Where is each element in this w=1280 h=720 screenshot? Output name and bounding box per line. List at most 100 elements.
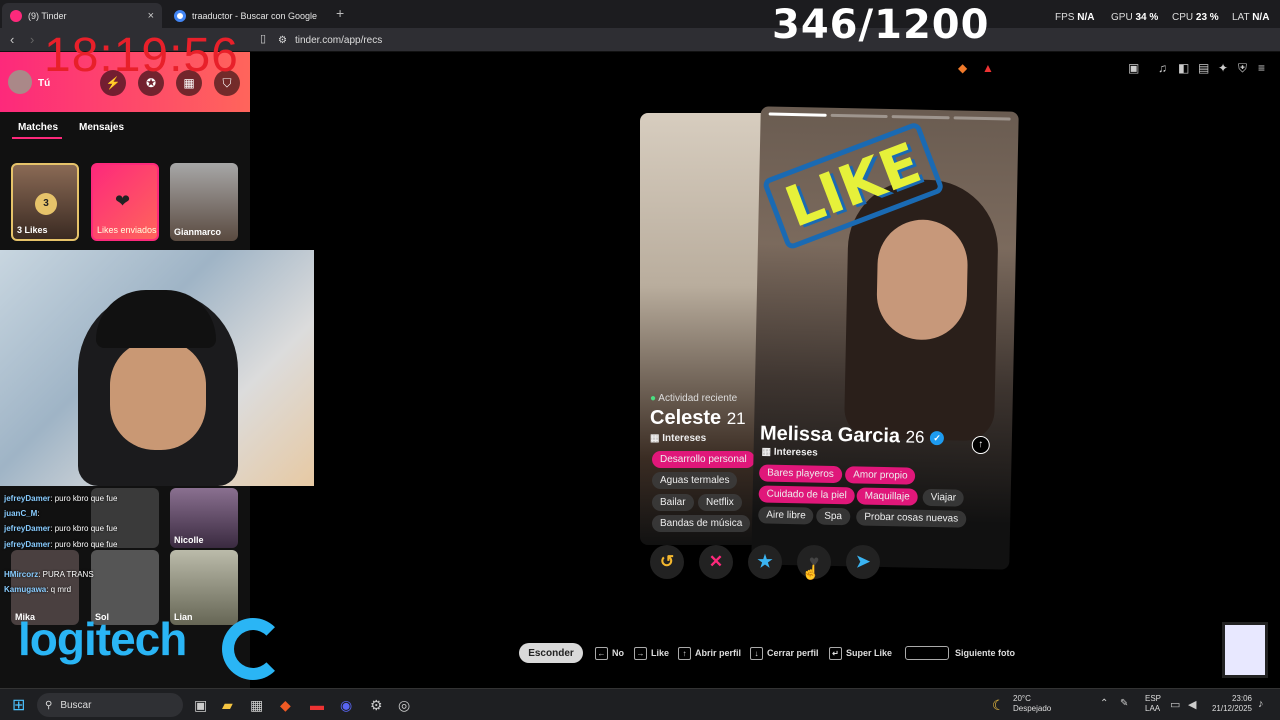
likes-count-badge: 3 [35, 193, 57, 215]
bookmark-icon[interactable]: ▯ [260, 32, 266, 45]
tab-tinder[interactable]: (9) Tinder × [2, 3, 162, 28]
likes-sent-card[interactable]: ❤ Likes enviados [91, 163, 159, 241]
enter-key-icon: ↵ [829, 646, 842, 660]
cpu-label: CPU [1172, 12, 1194, 23]
chat-message: Kamugawa: q mrd [4, 585, 71, 594]
forward-icon[interactable]: › [30, 32, 34, 47]
brave-shield-icon[interactable]: ◆ [958, 61, 967, 75]
file-explorer-icon[interactable]: ▰ [222, 697, 233, 714]
vpn-icon[interactable]: ⛨ [1238, 61, 1247, 76]
interest-chip: Maquillaje [856, 487, 918, 506]
weather-moon-icon: ☾ [992, 697, 1005, 713]
task-view-icon[interactable]: ▣ [194, 697, 207, 714]
shortcut-label: Super Like [846, 648, 893, 658]
shortcut-super: ↵ Super Like [829, 643, 892, 663]
avatar[interactable] [8, 70, 32, 94]
language-indicator[interactable]: ESP LAA [1145, 694, 1161, 714]
rewind-button[interactable]: ↺ [650, 545, 684, 579]
fps-value: N/A [1077, 12, 1095, 23]
super-like-button[interactable]: ★ [748, 545, 782, 579]
close-tab-icon[interactable]: × [148, 10, 154, 22]
site-info-icon[interactable]: ⚙ [278, 35, 287, 46]
tab-google[interactable]: traaductor - Buscar con Google [166, 3, 336, 28]
likes-card[interactable]: 3 3 Likes [11, 163, 79, 241]
profile-card-back[interactable]: ● Actividad reciente Celeste 21 ▦ Intere… [640, 113, 764, 545]
interest-chip: Spa [816, 507, 851, 526]
network-icon[interactable]: ▭ [1170, 698, 1180, 711]
interest-chip: Desarrollo personal [652, 451, 755, 468]
tray-chevron-icon[interactable]: ⌃ [1100, 698, 1108, 709]
new-tab-icon[interactable]: + [336, 5, 344, 21]
store-icon[interactable]: ▦ [250, 697, 263, 714]
shortcut-close: ↓ Cerrar perfil [750, 643, 819, 663]
fps-label: FPS [1055, 12, 1075, 23]
back-icon[interactable]: ‹ [10, 32, 14, 47]
interests-icon: ▦ [761, 446, 772, 458]
chat-user: jefreyDamer [4, 540, 51, 549]
voicemod-icon[interactable]: ▬ [310, 697, 324, 713]
clock-widget[interactable]: 23:06 21/12/2025 [1210, 694, 1252, 714]
screen: { "browser": { "tabs": [ {"label": "(9) … [0, 0, 1280, 720]
weather-widget[interactable]: 20°C Despejado [1013, 694, 1051, 714]
logitech-logo: logitech [18, 613, 187, 665]
settings-icon[interactable]: ⚙ [370, 697, 383, 714]
tab-label: traaductor - Buscar con Google [192, 10, 318, 21]
discord-icon[interactable]: ◉ [340, 697, 352, 714]
webcam-overlay [0, 250, 314, 486]
chat-user: Kamugawa [4, 585, 47, 594]
match-card[interactable]: Gianmarco [170, 163, 238, 241]
chat-message: jefreyDamer: puro kbro que fue [4, 540, 117, 549]
profile-name-text: Celeste [650, 407, 722, 429]
lat-stat: LAT N/A [1232, 12, 1269, 23]
profile-age: 26 [905, 427, 925, 447]
volume-icon[interactable]: ◀ [1188, 698, 1196, 711]
ai-icon[interactable]: ✦ [1218, 61, 1228, 75]
profile-card-front[interactable]: LIKE Melissa Garcia 26 ✓ ↑ ▦ Intereses B… [751, 106, 1019, 570]
space-key-icon [905, 646, 949, 660]
brave-browser-icon[interactable]: ◆ [280, 697, 291, 714]
shortcut-open: ↑ Abrir perfil [678, 643, 741, 663]
open-profile-arrow-icon[interactable]: ↑ [971, 435, 990, 455]
interest-chip: Netflix [698, 494, 742, 511]
tab-matches[interactable]: Matches [18, 122, 58, 133]
windows-start-icon[interactable]: ⊞ [12, 695, 25, 715]
wallet-icon[interactable]: ▤ [1198, 61, 1209, 75]
interest-chip: Aguas termales [652, 472, 738, 489]
interest-chip: Amor propio [844, 466, 916, 485]
notification-bell-icon[interactable]: ♪ [1258, 698, 1264, 710]
lat-value: N/A [1252, 12, 1270, 23]
tab-messages[interactable]: Mensajes [79, 122, 124, 133]
rewards-icon[interactable]: ▲ [982, 61, 994, 75]
activity-label: Actividad reciente [658, 393, 738, 404]
interest-chip: Bandas de música [652, 515, 751, 532]
obs-icon[interactable]: ◎ [398, 697, 410, 714]
logitech-g-icon [222, 618, 284, 680]
hide-shortcuts-button[interactable]: Esconder [519, 643, 583, 663]
grid-name: Nicolle [174, 535, 204, 545]
verified-badge-icon: ✓ [929, 430, 945, 445]
music-icon[interactable]: ♫ [1158, 61, 1167, 75]
gpu-label: GPU [1111, 12, 1133, 23]
taskbar-time: 23:06 [1231, 694, 1252, 703]
sidebar-toggle-icon[interactable]: ◧ [1178, 61, 1189, 75]
interest-chip: Aire libre [758, 506, 814, 525]
likes-sent-label: Likes enviados [97, 225, 157, 235]
shortcut-label: Like [651, 648, 670, 658]
cpu-value: 23 % [1195, 12, 1219, 23]
pen-icon[interactable]: ✎ [1120, 698, 1128, 709]
match-grid-card[interactable]: Nicolle [170, 488, 238, 548]
screenshot-icon[interactable]: ▣ [1128, 61, 1139, 75]
menu-icon[interactable]: ≡ [1258, 61, 1265, 75]
activity-status: ● Actividad reciente [650, 393, 737, 404]
match-name: Gianmarco [174, 227, 222, 237]
pixel-mascot-icon [1222, 622, 1268, 678]
profile-photo-face [875, 218, 969, 341]
fps-stat: FPS N/A [1055, 12, 1094, 23]
chat-message: jefreyDamer: puro kbro que fue [4, 524, 117, 533]
boost-button[interactable]: ➤ [846, 545, 880, 579]
chat-user: juanC_M [4, 509, 38, 518]
interests-heading: ▦ Intereses [761, 446, 817, 458]
nope-button[interactable]: ✕ [699, 545, 733, 579]
taskbar-search[interactable]: ⚲ Buscar [37, 693, 183, 717]
search-label: Buscar [60, 699, 92, 711]
